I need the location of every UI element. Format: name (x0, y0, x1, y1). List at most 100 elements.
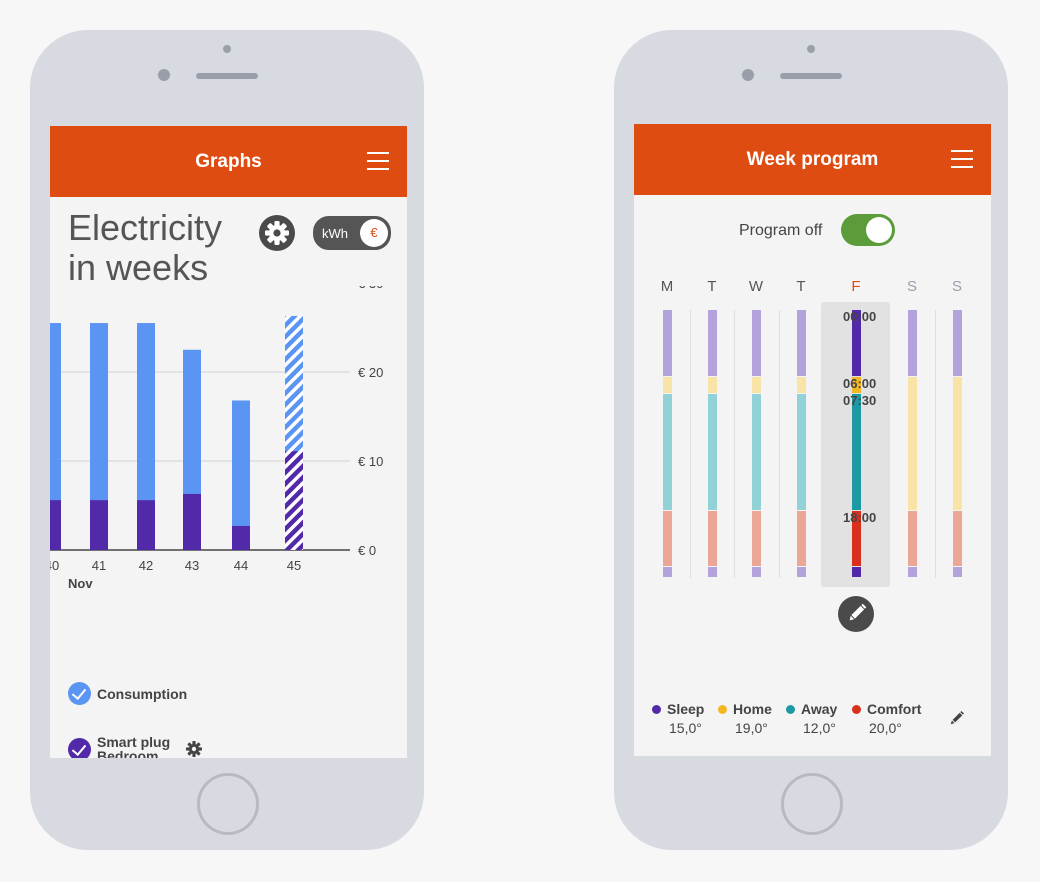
screen-title: Week program (746, 149, 879, 170)
heading-line-2: in weeks (68, 247, 209, 288)
segment-comfort (952, 511, 962, 566)
day-schedule-bar-0[interactable] (662, 310, 672, 578)
gear-icon (265, 221, 289, 245)
time-label: 07:30 (843, 392, 877, 408)
month-label: Nov (68, 576, 93, 591)
color-dot-icon (718, 704, 727, 714)
day-schedule-bar-3[interactable] (796, 310, 806, 578)
week-program-screen: Week program Program off M T W T F S S 00:00 06:… (634, 124, 991, 756)
day-schedule-bar-2[interactable] (751, 310, 761, 578)
x-tick-label: 45 (287, 558, 301, 573)
legend-smart-plug[interactable]: Smart plug Bedroom (68, 735, 204, 758)
graphs-screen: Graphs Electricity in weeks kWh € € 0 € … (50, 126, 407, 758)
time-label: 06:00 (843, 376, 877, 391)
front-camera (158, 69, 170, 81)
segment-comfort (662, 511, 672, 566)
temp-name: Comfort (852, 701, 921, 717)
day-schedule-bar-1[interactable] (707, 310, 717, 578)
temp-legend-item[interactable]: Comfort 20,0° (852, 701, 921, 736)
home-button[interactable] (781, 773, 843, 835)
bar-smart-plug-41[interactable] (90, 500, 108, 550)
day-label-4[interactable]: F (846, 278, 866, 295)
switch-knob (866, 217, 892, 243)
x-tick-label: 43 (185, 558, 199, 573)
temp-legend-item[interactable]: Sleep 15,0° (652, 701, 704, 736)
phone-frame-right: Week program Program off M T W T F S S 00:00 06:… (614, 30, 1008, 850)
temp-value: 15,0° (669, 720, 702, 736)
earpiece-speaker (780, 73, 842, 79)
bar-smart-plug-42[interactable] (137, 500, 155, 550)
gear-icon[interactable] (184, 739, 204, 758)
program-label: Program off (739, 222, 823, 239)
earpiece-speaker (196, 73, 258, 79)
x-tick-label: 41 (92, 558, 106, 573)
segment-sleep (952, 566, 962, 577)
y-tick-label: € 10 (358, 454, 383, 469)
temp-name: Home (718, 701, 772, 717)
day-label-5[interactable]: S (902, 278, 922, 295)
segment-comfort (796, 511, 806, 566)
bar-smart-plug-45[interactable] (285, 451, 303, 550)
menu-icon[interactable] (367, 152, 389, 170)
time-label: 00:00 (843, 309, 877, 324)
bar-smart-plug-43[interactable] (183, 493, 201, 550)
program-switch[interactable] (841, 214, 895, 246)
segment-home (662, 377, 672, 393)
settings-button[interactable] (259, 215, 295, 251)
segment-comfort (707, 511, 717, 566)
temp-legend-item[interactable]: Away 12,0° (786, 701, 837, 736)
pencil-icon (849, 603, 867, 621)
unit-euro-knob: € (360, 219, 388, 247)
day-label-0[interactable]: M (657, 278, 677, 295)
day-label-2[interactable]: W (746, 278, 766, 295)
check-icon (68, 737, 91, 758)
day-label-1[interactable]: T (702, 278, 722, 295)
temp-legend-item[interactable]: Home 19,0° (718, 701, 772, 736)
day-divider (689, 310, 691, 578)
unit-toggle[interactable]: kWh € (313, 216, 391, 250)
segment-sleep (751, 310, 761, 376)
segment-sleep (952, 310, 962, 376)
temp-value: 20,0° (869, 720, 902, 736)
segment-sleep (751, 566, 761, 577)
pencil-icon[interactable] (945, 708, 967, 730)
segment-sleep (851, 566, 861, 577)
page-heading: Electricity in weeks (68, 208, 222, 288)
segment-sleep (707, 566, 717, 577)
y-tick-label: € 20 (358, 365, 383, 380)
day-divider (734, 310, 735, 578)
proximity-sensor (807, 45, 815, 53)
segment-home (907, 377, 917, 510)
legend-consumption[interactable]: Consumption (68, 682, 187, 705)
color-dot-icon (652, 704, 661, 714)
x-tick-label: 44 (234, 558, 248, 573)
home-button[interactable] (197, 773, 259, 835)
day-label-6[interactable]: S (947, 278, 967, 295)
edit-day-button[interactable] (838, 596, 874, 632)
temp-name: Sleep (652, 701, 704, 717)
bar-smart-plug-40[interactable] (50, 500, 61, 550)
menu-icon[interactable] (951, 150, 973, 168)
legend-label-line-2: Bedroom (97, 748, 159, 758)
time-label: 18:00 (843, 510, 877, 525)
x-tick-label: 40 (50, 558, 59, 573)
segment-home (707, 377, 717, 393)
segment-sleep (707, 310, 717, 376)
screen-title: Graphs (195, 151, 262, 172)
day-schedule-bar-5[interactable] (907, 310, 917, 578)
day-schedule-bar-6[interactable] (952, 310, 962, 578)
segment-away (851, 393, 861, 510)
day-label-3[interactable]: T (791, 278, 811, 295)
app-bar: Week program (634, 124, 991, 195)
y-tick-label: € 0 (358, 543, 376, 558)
color-dot-icon (852, 704, 861, 714)
segment-sleep (662, 566, 672, 577)
segment-away (796, 393, 806, 510)
bar-smart-plug-44[interactable] (232, 525, 250, 550)
proximity-sensor (223, 45, 231, 53)
app-bar: Graphs (50, 126, 407, 197)
day-schedule-bar-4[interactable] (851, 310, 861, 578)
segment-home (796, 377, 806, 393)
day-divider (778, 310, 780, 578)
segment-home (751, 377, 761, 393)
